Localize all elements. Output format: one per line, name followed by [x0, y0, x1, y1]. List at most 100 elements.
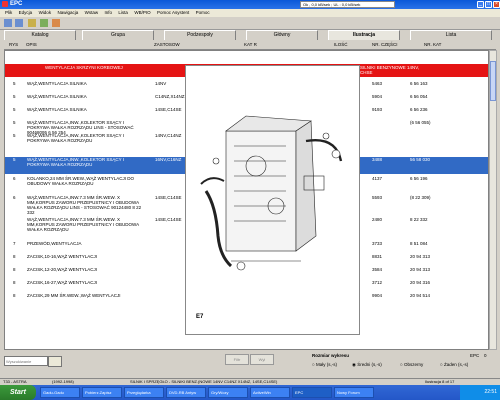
cell-n2: 6 56 054	[410, 94, 428, 99]
engine-illustration	[200, 115, 343, 271]
cell-n1: 5463	[372, 81, 383, 86]
menu-lista[interactable]: Lista	[118, 9, 128, 17]
vertical-scrollbar[interactable]	[489, 50, 497, 350]
toolbar	[0, 17, 500, 30]
cell-desc: ZACISK,12-20,WĄŻ WENTYLACJI	[27, 267, 98, 272]
tab-podzespoly[interactable]: Podzespoły	[164, 30, 236, 40]
cell-desc: KOLANKO,24 MM ŚR.WEW.,WĄŻ WENTYLACJI DO …	[27, 176, 135, 186]
menu-widok[interactable]: Widok	[39, 9, 52, 17]
menu-pomoc-asystent[interactable]: Pomoc Asystent	[157, 9, 189, 17]
menu-pomoc[interactable]: Pomoc	[196, 9, 210, 17]
filter-button[interactable]: Filtr	[225, 354, 249, 365]
cell-no: 8	[13, 267, 16, 272]
net-status: Ok , 0,0 kB/sek ; UL : 0,0 kB/sek	[300, 1, 395, 8]
cell-no: 5	[13, 157, 16, 162]
taskbar-item[interactable]: ActiveWin	[250, 387, 290, 398]
cell-code: 14SE,C14SE	[155, 217, 182, 222]
tab-katalog[interactable]: Katalog	[4, 30, 76, 40]
col-zastosowanie[interactable]: ZASTOSOW	[154, 42, 180, 47]
system-tray: 22:51	[460, 385, 500, 400]
taskbar-item[interactable]: Gry/Wozy	[208, 387, 248, 398]
cell-n1: 3584	[372, 267, 383, 272]
print-icon[interactable]	[28, 19, 36, 27]
column-header: RYS OPIS ZASTOSOW KAT R ILOŚĆ NR. CZĘŚCI…	[4, 41, 496, 50]
cell-n1: 5593	[372, 195, 383, 200]
size-option-small[interactable]: ○ Mały (s,-s)	[312, 362, 337, 367]
cell-n1: 5904	[372, 94, 383, 99]
tab-ilustracja[interactable]: Ilustracja	[328, 30, 400, 40]
cell-n1: 3733	[372, 241, 383, 246]
home-icon[interactable]	[52, 19, 60, 27]
taskbar-item[interactable]: Pobierz.Zapisz	[82, 387, 122, 398]
cell-no: 6	[13, 195, 16, 200]
cell-code: C14NZ,X14NZ	[155, 94, 185, 99]
cell-no: 5	[13, 120, 16, 125]
cell-desc: ZACISK,10-16,WĄŻ WENTYLACJI	[27, 254, 98, 259]
menu-bar: Plik Edycja Widok Nawigacja Wstaw Info L…	[0, 9, 500, 17]
col-ilosc[interactable]: ILOŚĆ	[334, 42, 348, 47]
menu-wstaw[interactable]: Wstaw	[85, 9, 99, 17]
minimize-button[interactable]: _	[477, 1, 484, 8]
illustration-label: E7	[196, 314, 204, 320]
search-go-button[interactable]	[48, 356, 62, 367]
back-icon[interactable]	[4, 19, 12, 27]
taskbar-item-active[interactable]: EPC	[292, 387, 332, 398]
epc-label: EPC	[470, 353, 480, 358]
cell-desc: ZACISK,16-27,WĄŻ WENTYLACJI	[27, 280, 98, 285]
menu-info[interactable]: Info	[105, 9, 113, 17]
cell-n1: 8831	[372, 254, 383, 259]
cell-n2: 20 94 514	[410, 293, 431, 298]
cell-n2: 6 56 236	[410, 107, 428, 112]
cell-n2: (6 56 055)	[410, 120, 431, 125]
cell-code: 14SE,C14SE	[155, 107, 182, 112]
section-header-left: WENTYLACJA SKRZYNI KORBOWEJ	[45, 65, 123, 70]
tab-glowny[interactable]: Główny	[246, 30, 318, 40]
cell-no: 5	[13, 94, 16, 99]
maximize-button[interactable]: □	[485, 1, 492, 8]
cell-desc: WĄŻ,WENTYLACJA SILNIKA	[27, 107, 87, 112]
cell-no: 5	[13, 107, 16, 112]
col-nr-czesci[interactable]: NR. CZĘŚCI	[372, 42, 398, 47]
menu-wbpio[interactable]: WB/PIO	[134, 9, 150, 17]
search-icon[interactable]	[40, 19, 48, 27]
cell-no: 7	[13, 241, 16, 246]
cell-n1: 3488	[372, 157, 383, 162]
cell-desc: PRZEWÓD,WENTYLACJA	[27, 241, 82, 246]
start-button[interactable]: Start	[0, 385, 36, 400]
cell-n1: 9904	[372, 293, 383, 298]
title-bar: EPC _ □ × Ok , 0,0 kB/sek ; UL : 0,0 kB/…	[0, 0, 500, 9]
cell-n2: (8 22 309)	[410, 195, 431, 200]
taskbar: Start Gadu-Gadu Pobierz.Zapisz Przegląda…	[0, 385, 500, 400]
search-input[interactable]	[4, 356, 48, 366]
col-katalog[interactable]: KAT R	[244, 42, 257, 47]
cell-n2: 20 94 316	[410, 280, 431, 285]
taskbar-item[interactable]: Gadu-Gadu	[40, 387, 80, 398]
cell-no: 8	[13, 293, 16, 298]
col-rys[interactable]: RYS	[9, 42, 18, 47]
forward-icon[interactable]	[15, 19, 23, 27]
taskbar-item[interactable]: Przeglądarka	[124, 387, 164, 398]
app-icon	[2, 1, 8, 7]
clock: 22:51	[484, 389, 497, 395]
menu-plik[interactable]: Plik	[5, 9, 12, 17]
cell-no: 5	[13, 133, 16, 138]
cell-n2: 6 56 196	[410, 176, 428, 181]
menu-nawigacja[interactable]: Nawigacja	[57, 9, 78, 17]
cell-n1: 4137	[372, 176, 383, 181]
size-option-large[interactable]: ○ Obszerny	[400, 362, 423, 367]
scroll-thumb[interactable]	[490, 61, 496, 101]
tab-grupa[interactable]: Grupa	[82, 30, 154, 40]
cell-desc: WĄŻ,WENTYLACJA SILNIKA	[27, 81, 87, 86]
col-nr-kat[interactable]: NR. KAT	[424, 42, 441, 47]
cell-desc: WĄŻ,WENTYLACJA,INW.7.3 MM ŚR.WEW. X MM,K…	[27, 195, 142, 215]
close-button[interactable]: ×	[493, 1, 500, 8]
size-option-none[interactable]: ○ Żaden (s,-s)	[440, 362, 468, 367]
off-button[interactable]: Wyl	[250, 354, 274, 365]
col-opis[interactable]: OPIS	[26, 42, 37, 47]
menu-edycja[interactable]: Edycja	[19, 9, 33, 17]
cell-code: 14NV,C14NZ	[155, 133, 182, 138]
tab-lista[interactable]: Lista	[410, 30, 492, 40]
size-option-medium[interactable]: ◉ Średni (s,-s)	[352, 362, 382, 368]
taskbar-item[interactable]: Nowy Forum	[334, 387, 374, 398]
taskbar-item[interactable]: DVD-RB Antyw	[166, 387, 206, 398]
